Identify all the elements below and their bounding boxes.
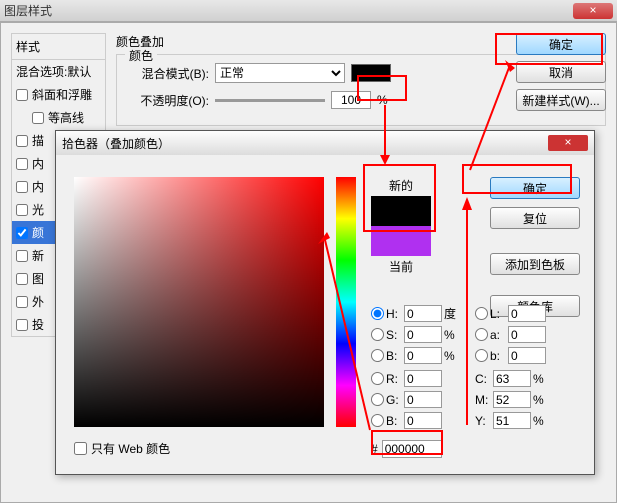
preview-new-color — [371, 196, 431, 226]
color-picker-dialog: 拾色器（叠加颜色） × 新的 当前 确定 复位 添加到色板 颜色库 H:度 L:… — [55, 130, 595, 475]
r-input[interactable] — [404, 370, 442, 387]
h-input[interactable] — [404, 305, 442, 322]
picker-close-button[interactable]: × — [548, 135, 588, 151]
preview-new-label: 新的 — [371, 177, 431, 194]
radio-r[interactable] — [371, 372, 384, 385]
picker-body: 新的 当前 确定 复位 添加到色板 颜色库 H:度 L: S:% a: B:% — [56, 155, 594, 474]
window-title: 图层样式 — [4, 2, 52, 19]
picker-buttons: 确定 复位 添加到色板 颜色库 — [490, 177, 580, 317]
picker-title-bar: 拾色器（叠加颜色） × — [56, 131, 594, 155]
opacity-slider[interactable] — [215, 99, 325, 102]
web-only-label: 只有 Web 颜色 — [91, 440, 170, 457]
ok-button[interactable]: 确定 — [516, 33, 606, 55]
opacity-input[interactable] — [331, 91, 371, 109]
y-input[interactable] — [493, 412, 531, 429]
a-input[interactable] — [508, 326, 546, 343]
color-values: H:度 L: S:% a: B:% b: R: C:% G: M:% B: Y:… — [371, 305, 580, 433]
radio-lab-b[interactable] — [475, 349, 488, 362]
web-only-checkbox[interactable] — [74, 442, 87, 455]
preview-current-color[interactable] — [371, 226, 431, 256]
checkbox-stroke[interactable] — [16, 135, 28, 147]
checkbox-drop-shadow[interactable] — [16, 319, 28, 331]
color-swatch[interactable] — [351, 64, 391, 82]
picker-title: 拾色器（叠加颜色） — [62, 135, 170, 152]
sidebar-blend-default[interactable]: 混合选项:默认 — [12, 60, 105, 83]
blue-input[interactable] — [404, 412, 442, 429]
picker-ok-button[interactable]: 确定 — [490, 177, 580, 199]
m-input[interactable] — [493, 391, 531, 408]
checkbox-satin[interactable] — [16, 204, 28, 216]
checkbox-inner-shadow[interactable] — [16, 158, 28, 170]
checkbox-pattern[interactable] — [16, 273, 28, 285]
hash-label: # — [371, 442, 378, 456]
checkbox-bevel[interactable] — [16, 89, 28, 101]
radio-g[interactable] — [371, 393, 384, 406]
cancel-button[interactable]: 取消 — [516, 61, 606, 83]
color-preview: 新的 当前 — [371, 177, 431, 275]
checkbox-inner-glow[interactable] — [16, 181, 28, 193]
preview-current-label: 当前 — [371, 258, 431, 275]
hue-strip[interactable] — [336, 177, 356, 427]
radio-s[interactable] — [371, 328, 384, 341]
sidebar-item-contour[interactable]: 等高线 — [12, 106, 105, 129]
percent-label: % — [377, 93, 388, 107]
blend-mode-label: 混合模式(B): — [129, 65, 209, 82]
l-input[interactable] — [508, 305, 546, 322]
s-input[interactable] — [404, 326, 442, 343]
web-only-row: 只有 Web 颜色 — [74, 440, 170, 457]
checkbox-gradient[interactable] — [16, 250, 28, 262]
picker-reset-button[interactable]: 复位 — [490, 207, 580, 229]
g-input[interactable] — [404, 391, 442, 408]
radio-blue[interactable] — [371, 414, 384, 427]
radio-b[interactable] — [371, 349, 384, 362]
lab-b-input[interactable] — [508, 347, 546, 364]
radio-a[interactable] — [475, 328, 488, 341]
color-fieldset-title: 颜色 — [125, 47, 157, 64]
checkbox-contour[interactable] — [32, 112, 44, 124]
checkbox-outer-glow[interactable] — [16, 296, 28, 308]
checkbox-color-overlay[interactable] — [16, 227, 28, 239]
color-field[interactable] — [74, 177, 324, 427]
c-input[interactable] — [493, 370, 531, 387]
radio-h[interactable] — [371, 307, 384, 320]
radio-l[interactable] — [475, 307, 488, 320]
bri-input[interactable] — [404, 347, 442, 364]
blend-mode-select[interactable]: 正常 — [215, 63, 345, 83]
hex-row: # — [371, 440, 442, 458]
opacity-label: 不透明度(O): — [129, 92, 209, 109]
sidebar-header: 样式 — [11, 33, 106, 59]
hex-input[interactable] — [382, 440, 442, 458]
dialog-buttons: 确定 取消 新建样式(W)... — [516, 33, 606, 111]
sidebar-item-bevel[interactable]: 斜面和浮雕 — [12, 83, 105, 106]
window-title-bar: 图层样式 × — [0, 0, 617, 22]
add-swatch-button[interactable]: 添加到色板 — [490, 253, 580, 275]
window-close-button[interactable]: × — [573, 3, 613, 19]
new-style-button[interactable]: 新建样式(W)... — [516, 89, 606, 111]
